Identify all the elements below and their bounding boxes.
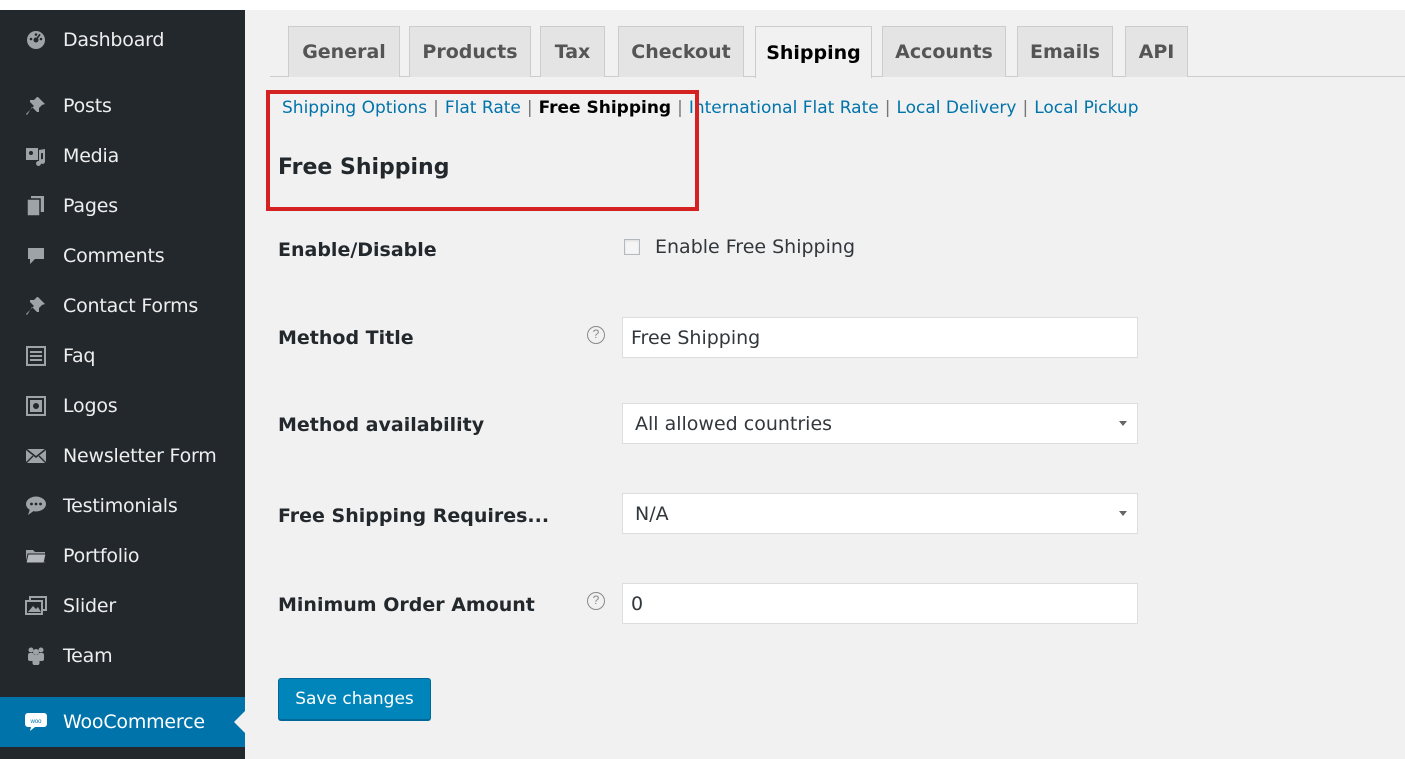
sidebar-item-team[interactable]: Team <box>0 631 245 681</box>
pin-icon <box>24 294 48 318</box>
admin-sidebar: Dashboard Posts Media Pages Comments Con… <box>0 10 246 759</box>
sidebar-item-woocommerce[interactable]: woo WooCommerce <box>0 697 246 747</box>
sidebar-item-label: Slider <box>63 595 116 617</box>
sidebar-item-pages[interactable]: Pages <box>0 181 245 231</box>
sidebar-item-faq[interactable]: Faq <box>0 331 245 381</box>
sidebar-item-label: Posts <box>63 95 112 117</box>
sidebar-item-label: Pages <box>63 195 118 217</box>
list-icon <box>24 344 48 368</box>
dashboard-icon <box>24 28 48 52</box>
main-content: General Products Tax Checkout Shipping A… <box>245 10 1405 759</box>
chevron-down-icon <box>1119 511 1127 516</box>
sidebar-item-label: Logos <box>63 395 118 417</box>
pin-icon <box>24 94 48 118</box>
enable-free-shipping-label[interactable]: Enable Free Shipping <box>655 236 855 258</box>
tab-tax[interactable]: Tax <box>540 26 605 77</box>
minimum-order-amount-input[interactable]: 0 <box>622 583 1138 624</box>
free-shipping-requires-label: Free Shipping Requires... <box>278 505 550 527</box>
highlight-annotation-box <box>266 90 699 211</box>
svg-text:woo: woo <box>29 719 42 725</box>
sidebar-item-label: Team <box>63 645 113 667</box>
select-value: All allowed countries <box>635 412 833 435</box>
save-changes-button[interactable]: Save changes <box>278 678 431 720</box>
sidebar-item-media[interactable]: Media <box>0 131 245 181</box>
chevron-down-icon <box>1119 421 1127 426</box>
enable-disable-label: Enable/Disable <box>278 239 437 261</box>
pages-icon <box>24 194 48 218</box>
sidebar-item-label: Media <box>63 145 120 167</box>
sidebar-item-slider[interactable]: Slider <box>0 581 245 631</box>
sidebar-item-label: WooCommerce <box>63 711 205 733</box>
sidebar-item-label: Faq <box>63 345 96 367</box>
tab-general[interactable]: General <box>288 26 400 77</box>
tab-accounts[interactable]: Accounts <box>882 26 1006 77</box>
tab-emails[interactable]: Emails <box>1017 26 1113 77</box>
method-availability-select[interactable]: All allowed countries <box>622 403 1138 444</box>
woo-icon: woo <box>24 710 48 734</box>
enable-free-shipping-checkbox[interactable] <box>624 239 640 255</box>
sidebar-item-label: Comments <box>63 245 165 267</box>
image-icon <box>24 394 48 418</box>
sidebar-item-portfolio[interactable]: Portfolio <box>0 531 245 581</box>
sidebar-item-comments[interactable]: Comments <box>0 231 245 281</box>
sidebar-item-testimonials[interactable]: Testimonials <box>0 481 245 531</box>
select-value: N/A <box>635 502 669 525</box>
method-title-label: Method Title <box>278 327 414 349</box>
sidebar-item-label: Contact Forms <box>63 295 199 317</box>
tab-shipping[interactable]: Shipping <box>755 26 872 78</box>
media-icon <box>24 144 48 168</box>
tab-products[interactable]: Products <box>409 26 531 77</box>
enable-free-shipping-option: Enable Free Shipping <box>624 236 855 258</box>
subnav-separator: | <box>884 98 891 118</box>
minimum-order-amount-label: Minimum Order Amount <box>278 594 535 616</box>
folder-icon <box>24 544 48 568</box>
method-availability-label: Method availability <box>278 414 485 436</box>
sidebar-item-label: Newsletter Form <box>63 445 217 467</box>
tab-api[interactable]: API <box>1125 26 1188 77</box>
help-icon[interactable]: ? <box>587 592 605 610</box>
comments-icon <box>24 244 48 268</box>
sidebar-item-label: Testimonials <box>63 495 178 517</box>
sidebar-item-label: Dashboard <box>63 29 165 51</box>
subnav-local-delivery[interactable]: Local Delivery <box>896 98 1016 118</box>
email-icon <box>24 444 48 468</box>
method-title-input[interactable]: Free Shipping <box>622 317 1138 358</box>
gallery-icon <box>24 594 48 618</box>
settings-tabs: General Products Tax Checkout Shipping A… <box>245 10 1405 78</box>
subnav-separator: | <box>1022 98 1029 118</box>
sidebar-item-contact-forms[interactable]: Contact Forms <box>0 281 245 331</box>
speech-bubble-icon <box>24 494 48 518</box>
sidebar-item-newsletter-form[interactable]: Newsletter Form <box>0 431 245 481</box>
free-shipping-requires-select[interactable]: N/A <box>622 493 1138 534</box>
sidebar-item-label: Portfolio <box>63 545 140 567</box>
subnav-local-pickup[interactable]: Local Pickup <box>1034 98 1138 118</box>
sidebar-item-posts[interactable]: Posts <box>0 81 245 131</box>
subnav-international-flat-rate[interactable]: International Flat Rate <box>689 98 879 118</box>
sidebar-item-dashboard[interactable]: Dashboard <box>0 15 245 65</box>
sidebar-item-logos[interactable]: Logos <box>0 381 245 431</box>
help-icon[interactable]: ? <box>587 326 605 344</box>
groups-icon <box>24 644 48 668</box>
tab-checkout[interactable]: Checkout <box>618 26 744 77</box>
